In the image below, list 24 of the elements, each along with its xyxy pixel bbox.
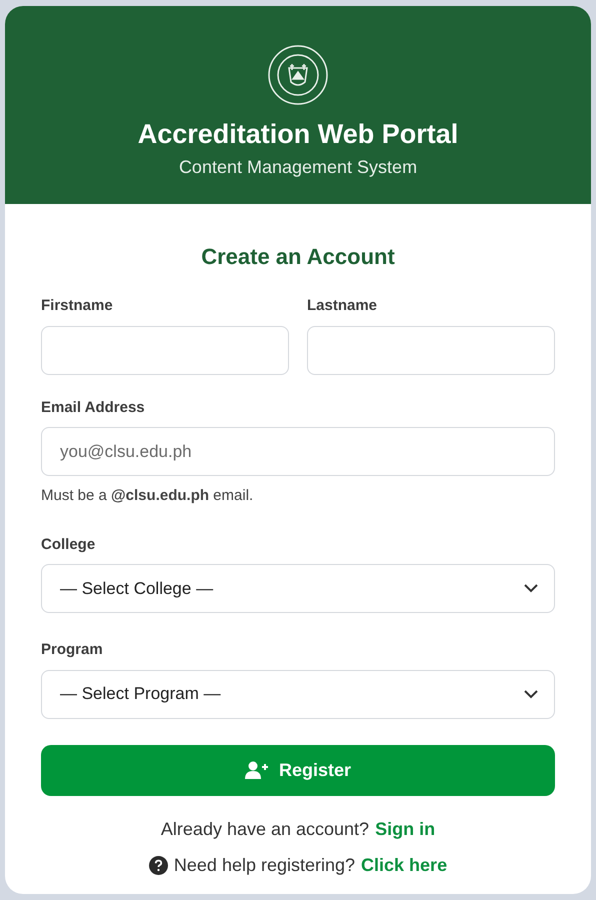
field-label: College [41, 534, 96, 554]
field-label: Program [41, 640, 104, 660]
footer-link[interactable]: Click here [361, 852, 448, 878]
footer-text: Already have an account? [160, 818, 370, 841]
select-dropdown[interactable]: — Select Program — [41, 670, 555, 718]
input-field[interactable] [41, 326, 289, 374]
footer-text: Need help registering? [174, 854, 356, 877]
form-heading: Create an Account [200, 243, 396, 271]
input-field[interactable] [307, 326, 555, 374]
field-label: Email Address [41, 398, 146, 418]
chevron-down-icon [524, 584, 538, 593]
field-label: Lastname [307, 296, 378, 316]
field-label: Firstname [41, 296, 114, 316]
email-field[interactable]: you@clsu.edu.ph [41, 427, 555, 476]
footer-link[interactable]: Sign in [375, 816, 436, 842]
add-user-icon [244, 761, 269, 779]
seal-logo-icon [267, 44, 329, 106]
register-button[interactable]: Register [41, 744, 555, 796]
email-hint: Must be a @clsu.edu.ph email. [41, 486, 254, 506]
help-icon [148, 856, 168, 874]
select-dropdown[interactable]: — Select College — [41, 564, 555, 613]
portal-subtitle: Content Management System [178, 156, 418, 179]
portal-title: Accreditation Web Portal [138, 118, 458, 151]
chevron-down-icon [524, 690, 538, 698]
